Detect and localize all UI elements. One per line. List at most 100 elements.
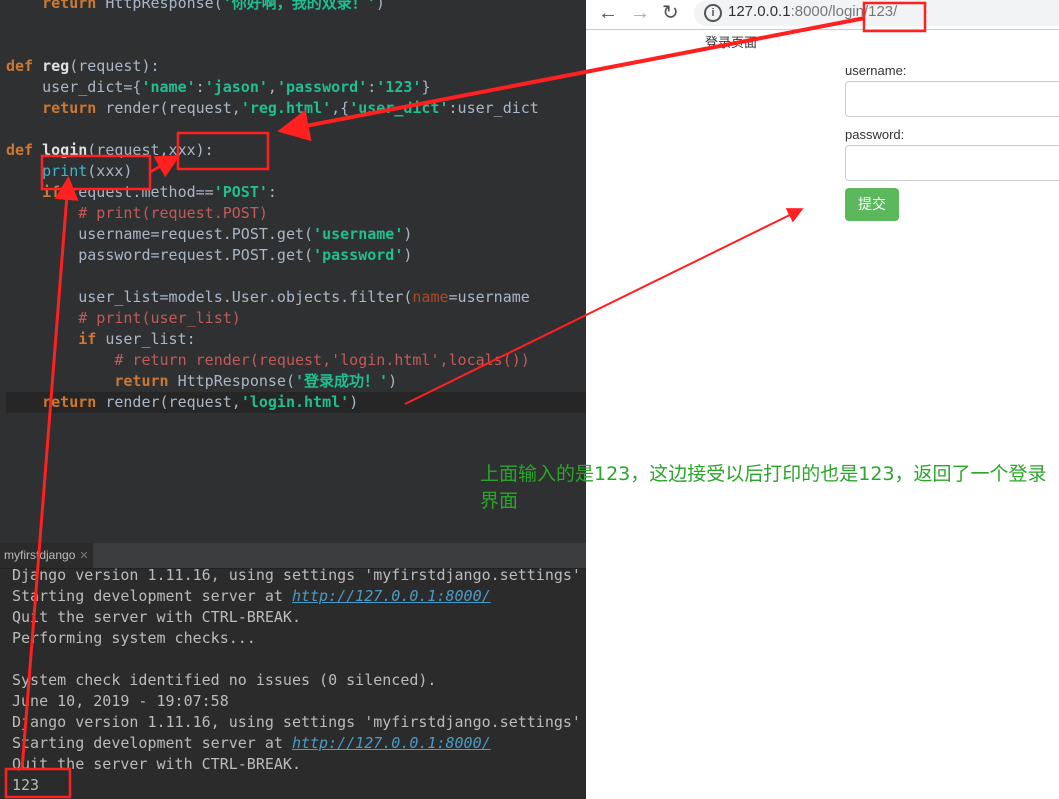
code-token: 'name' (141, 78, 196, 96)
code-line: username=request.POST.get('username') (6, 224, 412, 245)
code-token: ) (388, 372, 398, 390)
code-token: reg (42, 57, 70, 75)
code-token: HttpResponse( (96, 0, 223, 12)
code-token: 'password' (313, 246, 404, 264)
code-token: user_list: (96, 330, 196, 348)
code-token: : (267, 183, 277, 201)
code-token: # print(user_list) (78, 309, 241, 327)
console-text: Starting development server at (12, 734, 292, 752)
console-text: Performing system checks... (12, 629, 256, 647)
code-token: login (42, 141, 88, 159)
console-text: System check identified no issues (0 sil… (12, 671, 437, 689)
code-line: return render(request,'reg.html',{'user_… (6, 98, 539, 119)
code-line: print(xxx) (6, 161, 132, 182)
address-bar[interactable]: i 127.0.0.1:8000/login/123/ (694, 0, 1059, 26)
code-token: : (195, 78, 205, 96)
console-text: Django version 1.11.16, using settings '… (12, 566, 581, 584)
url-text: 127.0.0.1:8000/login/123/ (728, 3, 897, 20)
console-line: Starting development server at http://12… (12, 733, 491, 754)
code-token: '登录成功！' (295, 372, 389, 390)
code-token: (request,xxx): (87, 141, 214, 159)
console-line: Quit the server with CTRL-BREAK. (12, 754, 301, 775)
annotation-note: 上面输入的是123，这边接受以后打印的也是123，返回了一个登录界面 (480, 463, 1047, 512)
username-label: username: (845, 63, 907, 78)
code-token: 'jason' (204, 78, 268, 96)
code-line: # print(user_list) (6, 308, 241, 329)
code-token: # return render(request,'login.html',loc… (114, 351, 530, 369)
username-input[interactable] (845, 81, 1059, 117)
code-token: ) (349, 393, 359, 411)
code-token: # print(request.POST) (78, 204, 268, 222)
console-line: Django version 1.11.16, using settings '… (12, 712, 581, 733)
console-text: 123 (12, 776, 40, 794)
code-token: print (42, 162, 88, 180)
code-token: if (42, 183, 61, 201)
code-line: # print(request.POST) (6, 203, 268, 224)
close-icon[interactable]: ✕ (79, 550, 88, 562)
console-line: 123 (12, 775, 39, 796)
code-token: =username (448, 288, 530, 306)
forward-arrow-icon[interactable]: → (630, 2, 650, 24)
console-line: Performing system checks... (12, 628, 256, 649)
console-line: System check identified no issues (0 sil… (12, 670, 436, 691)
server-link[interactable]: http://127.0.0.1:8000/ (292, 734, 491, 752)
code-token: HttpResponse( (168, 372, 295, 390)
browser-window: ← → ↻ i 127.0.0.1:8000/login/123/ 登录页面 u… (586, 0, 1059, 799)
code-token: name (412, 288, 449, 306)
code-token: user_dict={ (6, 78, 142, 96)
console-line: Django version 1.11.16, using settings '… (12, 565, 581, 586)
submit-button[interactable]: 提交 (845, 188, 899, 221)
server-link[interactable]: http://127.0.0.1:8000/ (292, 587, 491, 605)
code-token: def (6, 141, 34, 159)
code-token: def (6, 57, 34, 75)
code-token: 'username' (313, 225, 404, 243)
code-token: } (421, 78, 431, 96)
code-token: 'reg.html' (240, 99, 332, 117)
code-token: if (78, 330, 97, 348)
code-line: if request.method=='POST': (6, 182, 277, 203)
run-console[interactable]: myfirstdjango ✕ Django version 1.11.16, u… (0, 543, 586, 799)
console-text: Quit the server with CTRL-BREAK. (12, 755, 301, 773)
code-token: render(request, (96, 99, 241, 117)
code-token: 'login.html' (240, 393, 350, 411)
code-token: return (114, 372, 169, 390)
code-token: username=request.POST.get( (6, 225, 314, 243)
code-line: if user_list: (6, 329, 196, 350)
console-line: Starting development server at http://12… (12, 586, 491, 607)
code-line: def reg(request): (6, 56, 160, 77)
code-token: '123' (376, 78, 422, 96)
code-line: password=request.POST.get('password') (6, 245, 412, 266)
reload-icon[interactable]: ↻ (662, 2, 679, 24)
code-token: : (367, 78, 377, 96)
console-tab-label: myfirstdjango (4, 548, 76, 562)
code-token: ) (403, 225, 413, 243)
console-line: June 10, 2019 - 19:07:58 (12, 691, 229, 712)
code-token: (request): (69, 57, 160, 75)
back-arrow-icon[interactable]: ← (598, 2, 618, 24)
code-token: :user_dict (448, 99, 539, 117)
code-token: request.method== (60, 183, 214, 201)
password-input[interactable] (845, 145, 1059, 181)
console-text: Django version 1.11.16, using settings '… (12, 713, 581, 731)
code-token: ) (375, 0, 385, 12)
code-line: user_list=models.User.objects.filter(nam… (6, 287, 530, 308)
browser-toolbar: ← → ↻ i 127.0.0.1:8000/login/123/ (586, 0, 1059, 30)
code-token: ) (403, 246, 413, 264)
code-token: 'user_dict' (349, 99, 449, 117)
code-line: return HttpResponse('登录成功！') (6, 371, 397, 392)
code-token: 'password' (276, 78, 368, 96)
info-icon[interactable]: i (704, 4, 722, 22)
code-line: def login(request,xxx): (6, 140, 214, 161)
url-host: 127.0.0.1 (728, 3, 791, 20)
code-token: return (42, 393, 97, 411)
code-token: user_list=models.User.objects.filter( (6, 288, 413, 306)
